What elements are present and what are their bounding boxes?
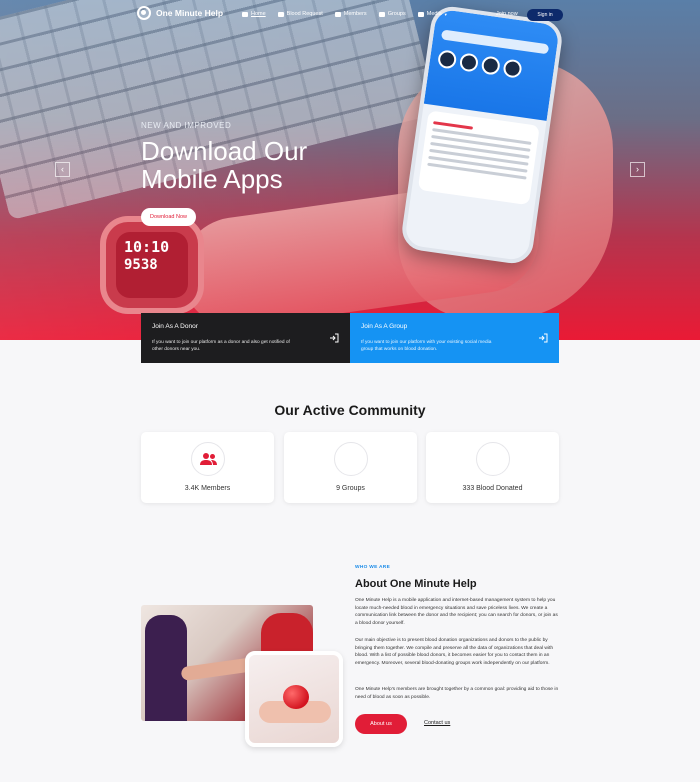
stat-members-label: 3.4K Members [184,485,231,492]
logo-icon [137,6,151,20]
about-paragraph: One Minute Help is a mobile application … [355,598,558,626]
nav-members[interactable]: Members [334,11,367,17]
community-title: Our Active Community [274,402,426,418]
media-icon [417,11,424,17]
about-paragraph: Our main objective is to present blood d… [355,638,554,666]
join-now-link[interactable]: Join now [496,11,518,17]
next-slide-arrow-icon[interactable]: › [630,162,645,177]
stat-card-members: 3.4K Members [141,432,274,503]
join-donor-text: If you want to join our platform as a do… [152,340,290,352]
chevron-down-icon: ▼ [443,11,448,17]
top-navigation: One Minute Help Home Blood Request Membe… [0,0,700,30]
hero-label: NEW AND IMPROVED [141,121,232,130]
people-icon [199,453,217,465]
nav-media[interactable]: Media ▼ [417,11,448,17]
join-donor-card[interactable]: Join As A Donor If you want to join our … [141,313,350,363]
stat-card-groups: 9 Groups [284,432,417,503]
logo-text: One Minute Help [156,8,224,18]
home-icon [242,11,248,17]
blood-drop-icon [277,11,284,17]
stat-card-blood-donated: 333 Blood Donated [426,432,559,503]
smartwatch-image: 10:10 9538 [106,222,198,308]
groups-icon [378,11,385,17]
about-tag: WHO WE ARE [355,565,391,570]
people-icon-circle [190,442,225,476]
nav-groups-label: Groups [387,11,406,17]
join-group-text: If you want to join our platform with yo… [361,340,492,352]
nav-links: Home Blood Request Members Groups Media … [242,11,448,17]
about-title: About One Minute Help [355,578,477,590]
hero-title: Download Our Mobile Apps [141,136,308,194]
sign-in-icon[interactable] [538,333,548,343]
prev-slide-arrow-icon[interactable]: ‹ [55,162,70,177]
about-us-button[interactable]: About us [355,714,407,734]
download-now-button[interactable]: Download Now [141,208,196,226]
watch-time: 10:10 [124,238,170,256]
join-donor-title: Join As A Donor [152,323,198,330]
contact-us-link[interactable]: Contact us [424,720,450,726]
sign-in-icon[interactable] [329,333,339,343]
nav-blood-request-label: Blood Request [286,11,323,17]
stat-groups-label: 9 Groups [336,485,365,492]
nav-groups[interactable]: Groups [378,11,406,17]
logo[interactable]: One Minute Help [137,6,223,20]
hero-banner: 10:10 9538 NEW AND IMPROVED Download Our… [0,0,700,340]
watch-value: 9538 [124,257,158,273]
join-group-title: Join As A Group [361,323,408,330]
about-paragraph: One Minute Help's members are brought to… [355,687,559,700]
groups-icon [333,442,368,476]
join-group-card[interactable]: Join As A Group If you want to join our … [350,313,559,363]
nav-blood-request[interactable]: Blood Request [277,11,323,17]
blood-drop-icon [475,442,510,476]
sign-in-button[interactable]: Sign in [527,9,563,21]
stat-blood-donated-label: 333 Blood Donated [462,485,523,492]
members-icon [334,11,341,17]
nav-members-label: Members [343,11,367,17]
nav-media-label: Media [426,11,442,17]
heart-hands-photo [245,651,343,747]
nav-home[interactable]: Home [242,11,266,17]
nav-home-label: Home [251,11,266,17]
